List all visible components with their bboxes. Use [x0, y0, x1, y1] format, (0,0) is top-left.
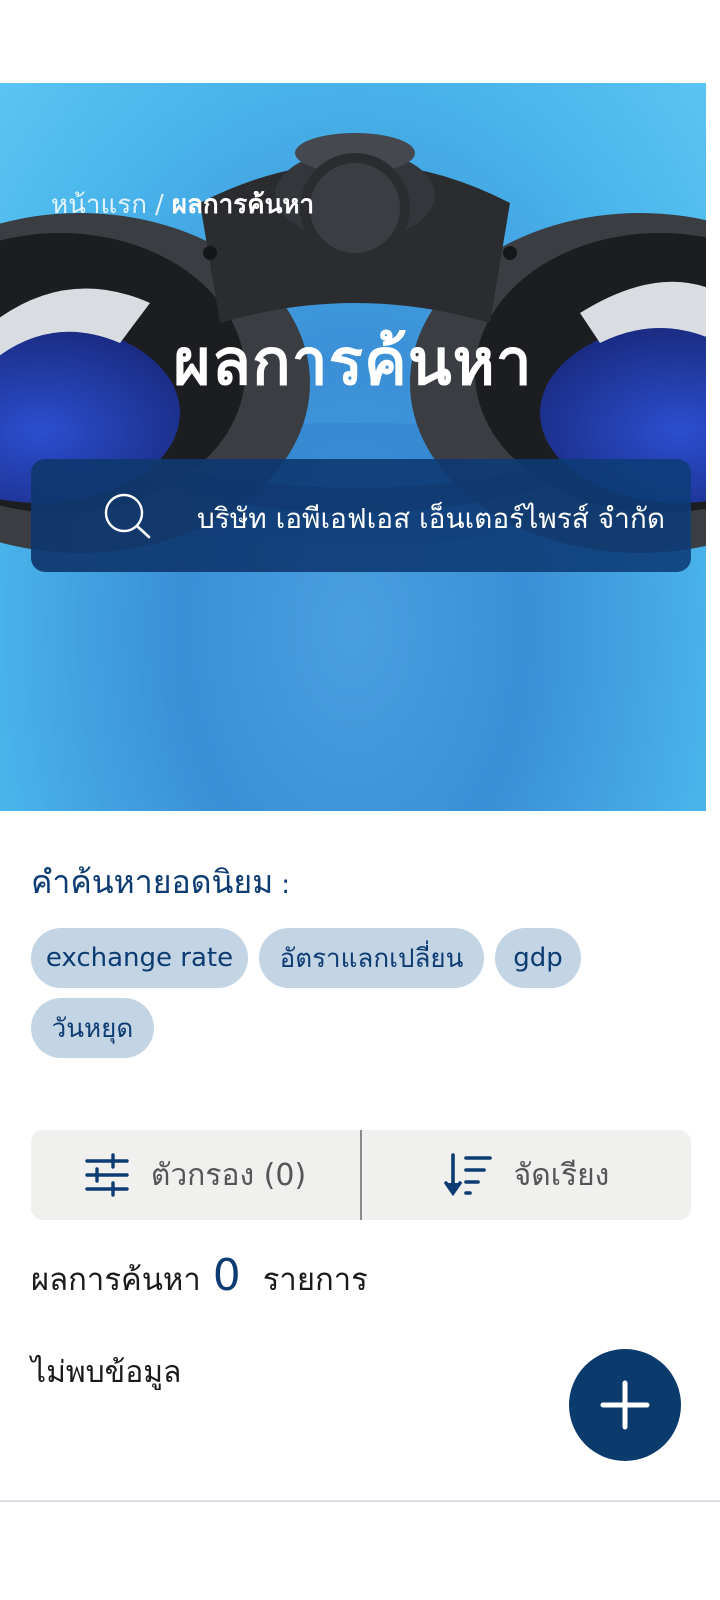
popular-searches-title: คำค้นหายอดนิยม — [31, 863, 274, 901]
top-bar — [0, 0, 720, 83]
add-button[interactable] — [569, 1349, 681, 1461]
filter-button[interactable]: ตัวกรอง (0) — [31, 1130, 360, 1220]
result-unit: รายการ — [262, 1262, 368, 1298]
popular-chip-exchange-rate[interactable]: exchange rate — [31, 928, 248, 988]
popular-chip-thai-exchange-rate[interactable]: อัตราแลกเปลี่ยน — [259, 928, 484, 988]
filter-sort-bar: ตัวกรอง (0) จัดเรียง — [31, 1130, 691, 1220]
bottom-divider — [0, 1500, 720, 1502]
result-summary: ผลการค้นหา 0 รายการ — [31, 1250, 368, 1304]
result-label: ผลการค้นหา — [31, 1262, 201, 1298]
sliders-icon — [85, 1153, 129, 1197]
plus-icon — [600, 1380, 650, 1430]
breadcrumb-home-link[interactable]: หน้าแรก — [51, 190, 147, 220]
page-title: ผลการค้นหา — [173, 326, 533, 400]
search-value[interactable]: บริษัท เอพีเอฟเอส เอ็นเตอร์ไพรส์ จำกัด — [197, 497, 665, 541]
popular-chip-gdp[interactable]: gdp — [495, 928, 581, 988]
empty-state-message: ไม่พบข้อมูล — [31, 1355, 182, 1390]
hero-banner: หน้าแรก / ผลการค้นหา ผลการค้นหา บริษัท เอพ… — [0, 83, 706, 811]
result-count: 0 — [212, 1250, 241, 1301]
popular-chip-holiday[interactable]: วันหยุด — [31, 998, 154, 1058]
sort-descending-icon — [443, 1153, 492, 1197]
breadcrumb: หน้าแรก / ผลการค้นหา — [51, 184, 314, 225]
search-input[interactable]: บริษัท เอพีเอฟเอส เอ็นเตอร์ไพรส์ จำกัด — [31, 459, 691, 572]
filter-label: ตัวกรอง (0) — [150, 1157, 307, 1193]
popular-searches-label: คำค้นหายอดนิยม: — [31, 857, 290, 908]
breadcrumb-current: ผลการค้นหา — [171, 190, 315, 220]
search-icon[interactable] — [103, 492, 153, 542]
popular-searches-colon: : — [281, 870, 290, 900]
sort-button[interactable]: จัดเรียง — [362, 1130, 691, 1220]
sort-label: จัดเรียง — [513, 1157, 610, 1193]
breadcrumb-separator: / — [154, 190, 164, 220]
